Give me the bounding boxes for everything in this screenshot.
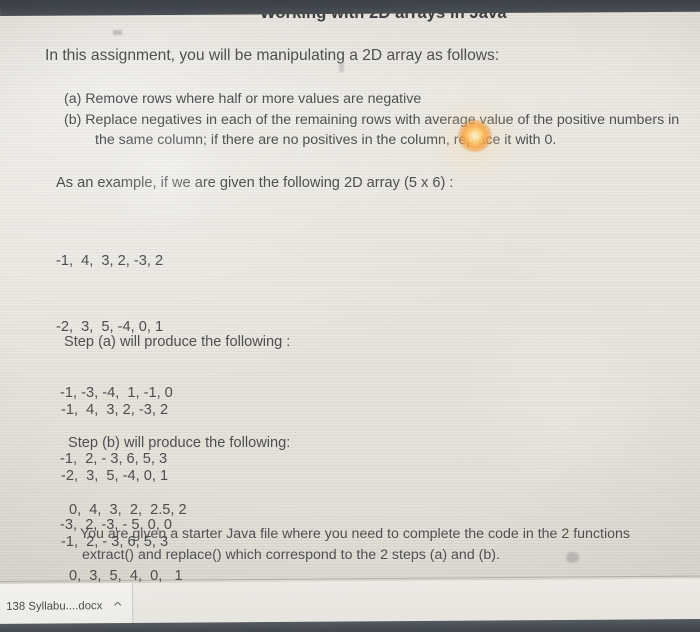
requirement-item-a: (a) Remove rows where half or more value… [64,89,700,110]
requirement-b-text: Replace negatives in each of the remaini… [85,111,680,128]
step-b-lead-text: Step (b) will produce the following: [68,435,291,451]
matrix-row: 0, 4, 3, 2, 2.5, 2 [69,502,187,518]
requirement-b-continuation: the same column; if there are no positiv… [95,132,557,148]
requirement-item-b: (b) Replace negatives in each of the rem… [64,110,700,131]
download-file-name: 138 Syllabu....docx [6,600,103,613]
matrix-row: -1, 4, 3, 2, -3, 2 [61,402,169,418]
closing-paragraph: You are given a starter Java file where … [80,524,700,566]
example-lead-text: As an example, if we are given the follo… [56,175,454,191]
requirement-a-text: Remove rows where half or more values ar… [85,91,422,107]
requirements-list: (a) Remove rows where half or more value… [64,89,700,151]
closing-line: extract() and replace() which correspond… [82,547,500,563]
closing-line: You are given a starter Java file where … [80,526,630,542]
requirement-a-label: (a) [64,91,82,107]
assignment-intro-text: In this assignment, you will be manipula… [45,47,500,64]
chevron-up-icon[interactable]: ^ [114,600,122,610]
photo-of-screen: Working with 2D arrays in Java In this a… [0,0,700,632]
document-content: Working with 2D arrays in Java In this a… [14,0,700,626]
matrix-row: -1, 4, 3, 2, -3, 2 [56,253,164,269]
step-a-lead-text: Step (a) will produce the following : [64,334,291,350]
requirement-b-label: (b) [64,111,82,128]
